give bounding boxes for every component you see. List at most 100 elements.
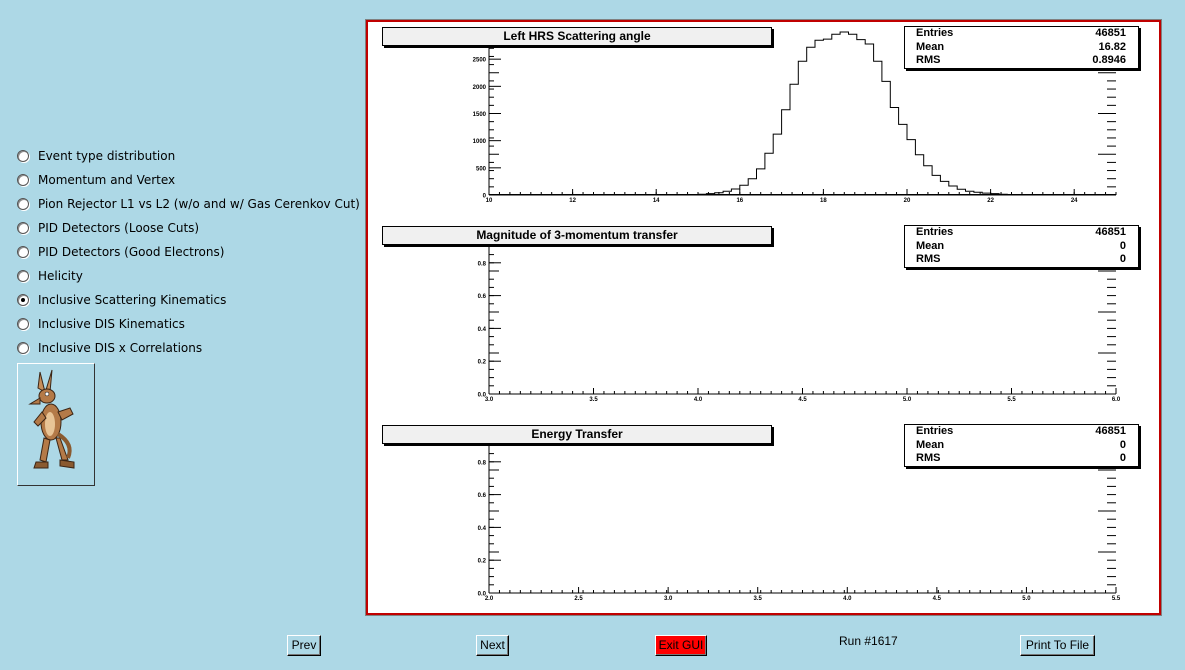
x-tick-label: 18 [820,198,827,204]
radio-option-inclusive-scattering[interactable]: Inclusive Scattering Kinematics [17,288,360,312]
y-tick-label: 2500 [473,58,487,64]
y-tick-label: 0.2 [478,559,487,565]
stats-label: Mean [916,438,945,451]
y-tick-label: 1500 [473,112,487,118]
stats-value: 16.82 [1098,40,1126,53]
radio-option-pid-loose[interactable]: PID Detectors (Loose Cuts) [17,216,360,240]
stats-value: 0 [1119,452,1126,464]
y-tick-label: 0.8 [478,460,487,466]
x-tick-label: 5.0 [1022,596,1031,602]
radio-label: Momentum and Vertex [38,173,176,187]
histogram-plots: 0500100015002000250010 12 14 16 18 20 22 240.00… [473,31,1121,602]
stats-label: RMS [916,452,941,464]
stats-label: Entries [916,425,954,437]
stats-label: Mean [916,40,945,53]
x-tick-label: 5.5 [1112,596,1121,602]
radio-label: Inclusive Scattering Kinematics [38,293,227,307]
exit-gui-button[interactable]: Exit GUI [655,635,707,656]
y-tick-label: 0.8 [478,261,487,267]
stats-value: 0 [1119,253,1126,265]
x-tick-label: 3.0 [485,397,494,403]
stats-value: 46851 [1095,27,1126,39]
x-tick-label: 3.5 [589,397,598,403]
plot-title-energy-transfer: Energy Transfer [382,425,772,444]
stats-box-momentum-transfer: Entries 46851 Mean 0 RMS 0 [904,225,1139,268]
x-tick-label: 3.5 [754,596,763,602]
y-tick-label: 2000 [473,85,487,91]
radio-button[interactable] [17,174,29,186]
stats-row-rms: RMS 0.8946 [905,54,1138,68]
x-tick-label: 4.0 [694,397,703,403]
radio-option-event-type[interactable]: Event type distribution [17,144,360,168]
x-tick-label: 24 [1071,198,1078,204]
radio-button[interactable] [17,318,29,330]
stats-box-scattering-angle: Entries 46851 Mean 16.82 RMS 0.8946 [904,26,1139,69]
y-tick-label: 0.4 [478,327,487,333]
stats-value: 0.8946 [1092,54,1126,66]
y-tick-label: 1000 [473,139,487,145]
stats-row-rms: RMS 0 [905,452,1138,466]
y-tick-label: 0.4 [478,526,487,532]
x-tick-label: 4.5 [798,397,807,403]
stats-label: Entries [916,226,954,238]
radio-option-inclusive-dis[interactable]: Inclusive DIS Kinematics [17,312,360,336]
x-tick-label: 2.0 [485,596,494,602]
x-tick-label: 4.5 [933,596,942,602]
stats-value: 0 [1119,239,1126,252]
radio-button[interactable] [17,198,29,210]
y-tick-label: 0.6 [478,294,487,300]
radio-button-selected[interactable] [17,294,29,306]
radio-option-pion-rejector[interactable]: Pion Rejector L1 vs L2 (w/o and w/ Gas C… [17,192,360,216]
x-tick-label: 3.0 [664,596,673,602]
x-tick-label: 14 [653,198,660,204]
stats-label: RMS [916,54,941,66]
stats-row-entries: Entries 46851 [905,425,1138,439]
stats-value: 46851 [1095,226,1126,238]
x-tick-label: 20 [904,198,911,204]
logo-frame [17,363,95,486]
radio-option-momentum-vertex[interactable]: Momentum and Vertex [17,168,360,192]
x-tick-label: 10 [486,198,493,204]
radio-option-dis-x-correlations[interactable]: Inclusive DIS x Correlations [17,336,360,360]
histogram-canvas: 0 500 1000 1500 2000 2500 10 12 14 16 18 20 22 24 0.0 0… [366,20,1161,615]
x-tick-label: 5.0 [903,397,912,403]
stats-row-mean: Mean 16.82 [905,41,1138,55]
coyote-cartoon-icon [28,369,75,469]
radio-option-helicity[interactable]: Helicity [17,264,360,288]
y-tick-label: 0.6 [478,493,487,499]
x-tick-label: 16 [736,198,743,204]
x-tick-label: 2.5 [574,596,583,602]
radio-button[interactable] [17,246,29,258]
radio-label: Event type distribution [38,149,176,163]
radio-button[interactable] [17,342,29,354]
radio-label: Helicity [38,269,83,283]
stats-label: Entries [916,27,954,39]
plot-title-momentum-transfer: Magnitude of 3-momentum transfer [382,226,772,245]
y-tick-label: 500 [476,166,487,172]
stats-box-energy-transfer: Entries 46851 Mean 0 RMS 0 [904,424,1139,467]
x-tick-label: 4.0 [843,596,852,602]
radio-label: Inclusive DIS Kinematics [38,317,185,331]
radio-button[interactable] [17,270,29,282]
stats-row-entries: Entries 46851 [905,27,1138,41]
stats-row-rms: RMS 0 [905,253,1138,267]
radio-button[interactable] [17,222,29,234]
radio-label: PID Detectors (Loose Cuts) [38,221,200,235]
x-tick-label: 22 [987,198,994,204]
y-tick-label: 0.2 [478,360,487,366]
plot-title-scattering-angle: Left HRS Scattering angle [382,27,772,46]
x-tick-label: 5.5 [1007,397,1016,403]
radio-option-pid-good[interactable]: PID Detectors (Good Electrons) [17,240,360,264]
plot-selector-list: Event type distribution Momentum and Ver… [17,144,360,360]
stats-value: 0 [1119,438,1126,451]
stats-label: Mean [916,239,945,252]
stats-row-mean: Mean 0 [905,240,1138,254]
x-tick-label: 12 [569,198,576,204]
radio-button[interactable] [17,150,29,162]
stats-row-entries: Entries 46851 [905,226,1138,240]
x-tick-label: 6.0 [1112,397,1121,403]
radio-label: PID Detectors (Good Electrons) [38,245,225,259]
prev-button[interactable]: Prev [287,635,321,656]
next-button[interactable]: Next [476,635,509,656]
print-to-file-button[interactable]: Print To File [1020,635,1095,656]
